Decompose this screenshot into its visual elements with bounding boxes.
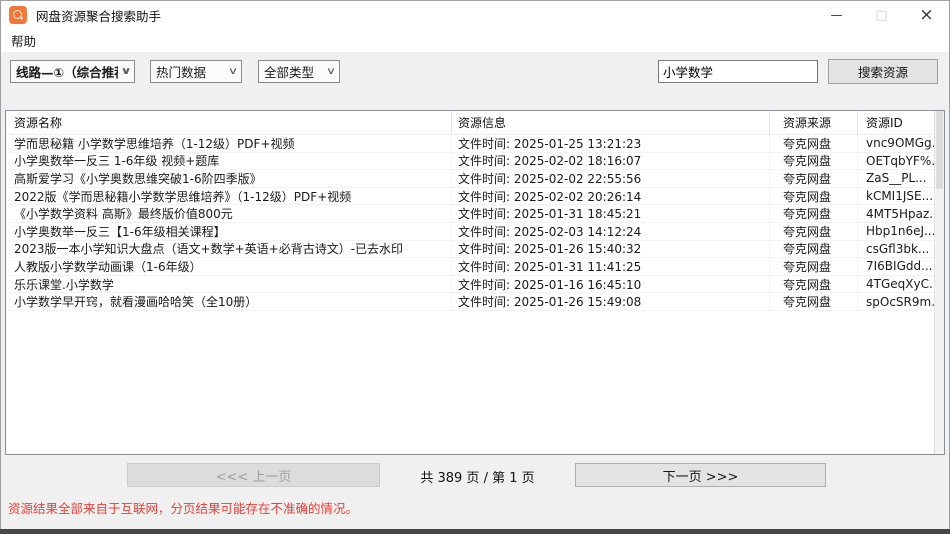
cell-resource-source: 夸克网盘 <box>770 205 858 222</box>
cell-resource-name: 小学奥数举一反三 1-6年级 视频+题库 <box>6 153 452 170</box>
cell-resource-info: 文件时间: 2025-01-31 18:45:21 <box>452 205 770 222</box>
app-logo-search-icon <box>9 6 27 24</box>
data-type-select-value: 热门数据 <box>151 62 225 81</box>
cell-resource-name: 2022版《学而思秘籍小学数学思维培养》（1-12级）PDF+视频 <box>6 188 452 205</box>
data-type-select[interactable]: 热门数据 ∨ <box>150 60 242 83</box>
chevron-down-icon: ∨ <box>222 66 244 77</box>
resource-type-select[interactable]: 全部类型 ∨ <box>258 60 340 83</box>
cell-resource-id: spOcSR9m... <box>858 293 944 310</box>
menu-bar: 帮助 <box>1 29 949 52</box>
cell-resource-id: OETqbYF%... <box>858 153 944 170</box>
cell-resource-name: 学而思秘籍 小学数学思维培养（1-12级）PDF+视频 <box>6 135 452 152</box>
prev-page-button[interactable]: <<< 上一页 <box>127 463 380 487</box>
cell-resource-info: 文件时间: 2025-01-16 16:45:10 <box>452 276 770 293</box>
column-header-resource-id[interactable]: 资源ID <box>858 111 944 134</box>
cell-resource-info: 文件时间: 2025-02-02 20:26:14 <box>452 188 770 205</box>
cell-resource-name: 《小学数学资料 高斯》最终版价值800元 <box>6 205 452 222</box>
cell-resource-source: 夸克网盘 <box>770 258 858 275</box>
cell-resource-id: csGfl3bk... <box>858 241 944 258</box>
chevron-down-icon: ∨ <box>115 66 137 77</box>
cell-resource-name: 2023版一本小学知识大盘点（语文+数学+英语+必背古诗文）-已去水印 <box>6 241 452 258</box>
resource-type-select-value: 全部类型 <box>259 62 323 81</box>
cell-resource-name: 小学数学早开窍，就看漫画哈哈笑（全10册） <box>6 293 452 310</box>
scrollbar-thumb[interactable] <box>936 111 943 189</box>
cell-resource-id: Hbp1n6eJ... <box>858 223 944 240</box>
cell-resource-source: 夸克网盘 <box>770 293 858 310</box>
window-bottom-edge <box>0 529 950 534</box>
cell-resource-id: 7I6BIGdd... <box>858 258 944 275</box>
cell-resource-source: 夸克网盘 <box>770 135 858 152</box>
table-row[interactable]: 小学数学早开窍，就看漫画哈哈笑（全10册） 文件时间: 2025-01-26 1… <box>6 293 944 311</box>
cell-resource-info: 文件时间: 2025-01-26 15:40:32 <box>452 241 770 258</box>
column-header-resource-name[interactable]: 资源名称 <box>6 111 452 134</box>
column-header-resource-info[interactable]: 资源信息 <box>452 111 770 134</box>
cell-resource-info: 文件时间: 2025-02-03 14:12:24 <box>452 223 770 240</box>
cell-resource-id: 4TGeqXyC... <box>858 276 944 293</box>
table-row[interactable]: 高斯爱学习《小学奥数思维突破1-6阶四季版》 文件时间: 2025-02-02 … <box>6 170 944 188</box>
cell-resource-id: kCMI1JSE... <box>858 188 944 205</box>
cell-resource-info: 文件时间: 2025-01-31 11:41:25 <box>452 258 770 275</box>
cell-resource-info: 文件时间: 2025-01-26 15:49:08 <box>452 293 770 310</box>
page-info: 共 389 页 / 第 1 页 <box>380 467 575 486</box>
cell-resource-name: 乐乐课堂.小学数学 <box>6 276 452 293</box>
vertical-scrollbar[interactable] <box>934 111 944 454</box>
results-table: 资源名称 资源信息 资源来源 资源ID 学而思秘籍 小学数学思维培养（1-12级… <box>5 110 945 455</box>
cell-resource-source: 夸克网盘 <box>770 241 858 258</box>
cell-resource-source: 夸克网盘 <box>770 276 858 293</box>
cell-resource-info: 文件时间: 2025-02-02 18:16:07 <box>452 153 770 170</box>
magnifier-handle <box>20 16 23 19</box>
table-row[interactable]: 2023版一本小学知识大盘点（语文+数学+英语+必背古诗文）-已去水印 文件时间… <box>6 241 944 259</box>
search-input[interactable] <box>658 60 818 83</box>
cell-resource-id: 4MT5Hpaz... <box>858 205 944 222</box>
cell-resource-name: 小学奥数举一反三【1-6年级相关课程】 <box>6 223 452 240</box>
table-row[interactable]: 学而思秘籍 小学数学思维培养（1-12级）PDF+视频 文件时间: 2025-0… <box>6 135 944 153</box>
app-window: 网盘资源聚合搜索助手 — □ × 帮助 线路—①（综合推荐 ∨ 热门数据 ∨ 全… <box>0 0 950 534</box>
search-button[interactable]: 搜索资源 <box>828 59 938 84</box>
column-header-resource-source[interactable]: 资源来源 <box>770 111 858 134</box>
cell-resource-info: 文件时间: 2025-02-02 22:55:56 <box>452 170 770 187</box>
close-icon[interactable]: × <box>904 1 949 29</box>
line-select[interactable]: 线路—①（综合推荐 ∨ <box>10 60 135 83</box>
cell-resource-name: 人教版小学数学动画课（1-6年级） <box>6 258 452 275</box>
cell-resource-id: ZaS__PL... <box>858 170 944 187</box>
menu-item-help[interactable]: 帮助 <box>3 29 44 52</box>
window-title: 网盘资源聚合搜索助手 <box>36 6 161 25</box>
cell-resource-name: 高斯爱学习《小学奥数思维突破1-6阶四季版》 <box>6 170 452 187</box>
cell-resource-source: 夸克网盘 <box>770 170 858 187</box>
table-row[interactable]: 《小学数学资料 高斯》最终版价值800元 文件时间: 2025-01-31 18… <box>6 205 944 223</box>
title-bar: 网盘资源聚合搜索助手 — □ × <box>1 1 949 29</box>
cell-resource-id: vnc9OMGg... <box>858 135 944 152</box>
cell-resource-info: 文件时间: 2025-01-25 13:21:23 <box>452 135 770 152</box>
line-select-value: 线路—①（综合推荐 <box>11 62 118 81</box>
chevron-down-icon: ∨ <box>320 66 342 77</box>
cell-resource-source: 夸克网盘 <box>770 223 858 240</box>
disclaimer-text: 资源结果全部来自于互联网，分页结果可能存在不准确的情况。 <box>8 498 358 517</box>
table-row[interactable]: 人教版小学数学动画课（1-6年级） 文件时间: 2025-01-31 11:41… <box>6 258 944 276</box>
table-row[interactable]: 小学奥数举一反三 1-6年级 视频+题库 文件时间: 2025-02-02 18… <box>6 153 944 171</box>
maximize-icon[interactable]: □ <box>859 1 904 29</box>
table-row[interactable]: 乐乐课堂.小学数学 文件时间: 2025-01-16 16:45:10 夸克网盘… <box>6 276 944 294</box>
cell-resource-source: 夸克网盘 <box>770 188 858 205</box>
table-header-row: 资源名称 资源信息 资源来源 资源ID <box>6 111 944 135</box>
window-controls: — □ × <box>814 1 949 29</box>
next-page-button[interactable]: 下一页 >>> <box>575 463 826 487</box>
minimize-icon[interactable]: — <box>814 1 859 29</box>
table-row[interactable]: 2022版《学而思秘籍小学数学思维培养》（1-12级）PDF+视频 文件时间: … <box>6 188 944 206</box>
table-row[interactable]: 小学奥数举一反三【1-6年级相关课程】 文件时间: 2025-02-03 14:… <box>6 223 944 241</box>
cell-resource-source: 夸克网盘 <box>770 153 858 170</box>
